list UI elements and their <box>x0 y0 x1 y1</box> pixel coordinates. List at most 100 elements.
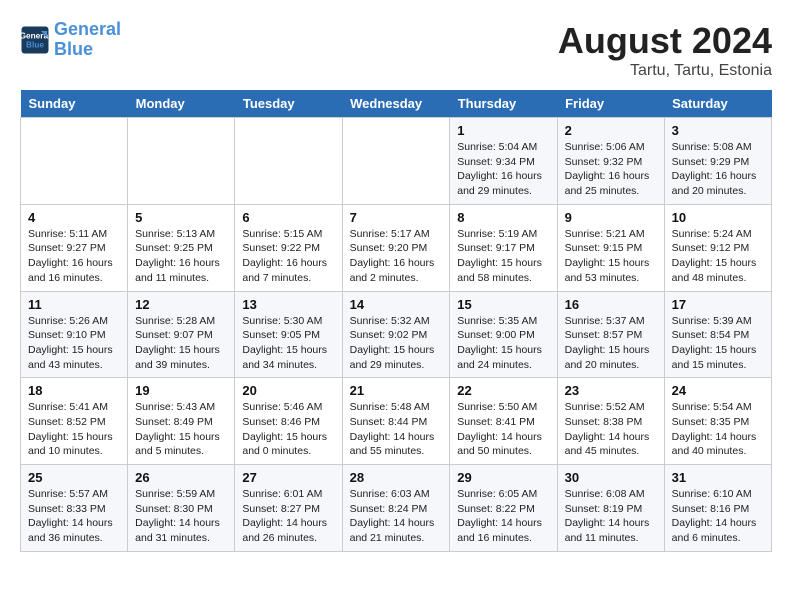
day-info: Sunrise: 5:08 AMSunset: 9:29 PMDaylight:… <box>672 140 764 199</box>
day-number: 8 <box>457 210 549 225</box>
calendar-cell: 9 Sunrise: 5:21 AMSunset: 9:15 PMDaylight… <box>557 204 664 291</box>
calendar-cell: 19 Sunrise: 5:43 AMSunset: 8:49 PMDayligh… <box>128 378 235 465</box>
day-number: 23 <box>565 383 657 398</box>
day-number: 20 <box>242 383 334 398</box>
day-info: Sunrise: 5:30 AMSunset: 9:05 PMDaylight:… <box>242 314 334 373</box>
day-info: Sunrise: 5:46 AMSunset: 8:46 PMDaylight:… <box>242 400 334 459</box>
day-info: Sunrise: 5:15 AMSunset: 9:22 PMDaylight:… <box>242 227 334 286</box>
calendar-cell: 20 Sunrise: 5:46 AMSunset: 8:46 PMDayligh… <box>235 378 342 465</box>
day-info: Sunrise: 5:19 AMSunset: 9:17 PMDaylight:… <box>457 227 549 286</box>
calendar-cell: 16Sunrise: 5:37 AMSunset: 8:57 PMDayligh… <box>557 291 664 378</box>
weekday-header-tuesday: Tuesday <box>235 90 342 118</box>
day-info: Sunrise: 5:57 AMSunset: 8:33 PMDaylight:… <box>28 487 120 546</box>
calendar-cell: 30 Sunrise: 6:08 AMSunset: 8:19 PMDayligh… <box>557 465 664 552</box>
weekday-header-friday: Friday <box>557 90 664 118</box>
page-header: General Blue General Blue August 2024 Ta… <box>20 20 772 80</box>
weekday-header-wednesday: Wednesday <box>342 90 450 118</box>
calendar-cell: 5Sunrise: 5:13 AMSunset: 9:25 PMDaylight… <box>128 204 235 291</box>
calendar-cell: 2 Sunrise: 5:06 AMSunset: 9:32 PMDaylight… <box>557 118 664 205</box>
calendar-cell: 18Sunrise: 5:41 AMSunset: 8:52 PMDayligh… <box>21 378 128 465</box>
subtitle: Tartu, Tartu, Estonia <box>558 62 772 80</box>
calendar-cell: 17Sunrise: 5:39 AMSunset: 8:54 PMDayligh… <box>664 291 771 378</box>
calendar-cell: 28 Sunrise: 6:03 AMSunset: 8:24 PMDayligh… <box>342 465 450 552</box>
calendar-cell: 6 Sunrise: 5:15 AMSunset: 9:22 PMDaylight… <box>235 204 342 291</box>
day-number: 15 <box>457 297 549 312</box>
day-number: 22 <box>457 383 549 398</box>
day-number: 9 <box>565 210 657 225</box>
calendar-cell: 23 Sunrise: 5:52 AMSunset: 8:38 PMDayligh… <box>557 378 664 465</box>
day-number: 28 <box>350 470 443 485</box>
day-number: 11 <box>28 297 120 312</box>
day-number: 17 <box>672 297 764 312</box>
week-row-2: 4 Sunrise: 5:11 AMSunset: 9:27 PMDaylight… <box>21 204 772 291</box>
weekday-header-row: SundayMondayTuesdayWednesdayThursdayFrid… <box>21 90 772 118</box>
day-info: Sunrise: 5:26 AMSunset: 9:10 PMDaylight:… <box>28 314 120 373</box>
logo: General Blue General Blue <box>20 20 121 60</box>
calendar-cell: 25Sunrise: 5:57 AMSunset: 8:33 PMDayligh… <box>21 465 128 552</box>
weekday-header-thursday: Thursday <box>450 90 557 118</box>
day-info: Sunrise: 5:32 AMSunset: 9:02 PMDaylight:… <box>350 314 443 373</box>
day-info: Sunrise: 5:41 AMSunset: 8:52 PMDaylight:… <box>28 400 120 459</box>
day-info: Sunrise: 5:50 AMSunset: 8:41 PMDaylight:… <box>457 400 549 459</box>
weekday-header-saturday: Saturday <box>664 90 771 118</box>
day-info: Sunrise: 5:06 AMSunset: 9:32 PMDaylight:… <box>565 140 657 199</box>
day-number: 19 <box>135 383 227 398</box>
calendar-cell: 21Sunrise: 5:48 AMSunset: 8:44 PMDayligh… <box>342 378 450 465</box>
calendar-cell: 3 Sunrise: 5:08 AMSunset: 9:29 PMDaylight… <box>664 118 771 205</box>
title-block: August 2024 Tartu, Tartu, Estonia <box>558 20 772 80</box>
main-title: August 2024 <box>558 20 772 62</box>
day-info: Sunrise: 5:17 AMSunset: 9:20 PMDaylight:… <box>350 227 443 286</box>
day-info: Sunrise: 5:28 AMSunset: 9:07 PMDaylight:… <box>135 314 227 373</box>
calendar-cell: 11 Sunrise: 5:26 AMSunset: 9:10 PMDayligh… <box>21 291 128 378</box>
calendar-table: SundayMondayTuesdayWednesdayThursdayFrid… <box>20 90 772 552</box>
day-info: Sunrise: 6:01 AMSunset: 8:27 PMDaylight:… <box>242 487 334 546</box>
day-info: Sunrise: 6:03 AMSunset: 8:24 PMDaylight:… <box>350 487 443 546</box>
day-info: Sunrise: 5:24 AMSunset: 9:12 PMDaylight:… <box>672 227 764 286</box>
weekday-header-monday: Monday <box>128 90 235 118</box>
day-info: Sunrise: 6:08 AMSunset: 8:19 PMDaylight:… <box>565 487 657 546</box>
day-info: Sunrise: 5:04 AMSunset: 9:34 PMDaylight:… <box>457 140 549 199</box>
day-number: 24 <box>672 383 764 398</box>
day-number: 27 <box>242 470 334 485</box>
calendar-cell: 31 Sunrise: 6:10 AMSunset: 8:16 PMDayligh… <box>664 465 771 552</box>
day-info: Sunrise: 5:21 AMSunset: 9:15 PMDaylight:… <box>565 227 657 286</box>
day-info: Sunrise: 5:37 AMSunset: 8:57 PMDaylight:… <box>565 314 657 373</box>
day-info: Sunrise: 5:35 AMSunset: 9:00 PMDaylight:… <box>457 314 549 373</box>
logo-icon: General Blue <box>20 25 50 55</box>
calendar-cell: 22 Sunrise: 5:50 AMSunset: 8:41 PMDayligh… <box>450 378 557 465</box>
week-row-4: 18Sunrise: 5:41 AMSunset: 8:52 PMDayligh… <box>21 378 772 465</box>
day-number: 14 <box>350 297 443 312</box>
day-number: 3 <box>672 123 764 138</box>
week-row-5: 25Sunrise: 5:57 AMSunset: 8:33 PMDayligh… <box>21 465 772 552</box>
calendar-cell: 14 Sunrise: 5:32 AMSunset: 9:02 PMDayligh… <box>342 291 450 378</box>
calendar-cell: 8 Sunrise: 5:19 AMSunset: 9:17 PMDaylight… <box>450 204 557 291</box>
calendar-cell <box>235 118 342 205</box>
day-info: Sunrise: 5:11 AMSunset: 9:27 PMDaylight:… <box>28 227 120 286</box>
day-number: 2 <box>565 123 657 138</box>
day-number: 31 <box>672 470 764 485</box>
calendar-cell: 15 Sunrise: 5:35 AMSunset: 9:00 PMDayligh… <box>450 291 557 378</box>
calendar-cell: 13Sunrise: 5:30 AMSunset: 9:05 PMDayligh… <box>235 291 342 378</box>
day-number: 4 <box>28 210 120 225</box>
day-number: 29 <box>457 470 549 485</box>
calendar-cell: 7 Sunrise: 5:17 AMSunset: 9:20 PMDaylight… <box>342 204 450 291</box>
week-row-1: 1 Sunrise: 5:04 AMSunset: 9:34 PMDaylight… <box>21 118 772 205</box>
day-number: 7 <box>350 210 443 225</box>
logo-text: General Blue <box>54 20 121 60</box>
day-info: Sunrise: 6:10 AMSunset: 8:16 PMDaylight:… <box>672 487 764 546</box>
day-info: Sunrise: 5:54 AMSunset: 8:35 PMDaylight:… <box>672 400 764 459</box>
day-info: Sunrise: 6:05 AMSunset: 8:22 PMDaylight:… <box>457 487 549 546</box>
day-info: Sunrise: 5:48 AMSunset: 8:44 PMDaylight:… <box>350 400 443 459</box>
calendar-cell <box>21 118 128 205</box>
day-number: 12 <box>135 297 227 312</box>
calendar-cell: 24 Sunrise: 5:54 AMSunset: 8:35 PMDayligh… <box>664 378 771 465</box>
day-number: 10 <box>672 210 764 225</box>
day-number: 1 <box>457 123 549 138</box>
day-number: 6 <box>242 210 334 225</box>
day-number: 30 <box>565 470 657 485</box>
calendar-cell: 4 Sunrise: 5:11 AMSunset: 9:27 PMDaylight… <box>21 204 128 291</box>
calendar-cell: 1 Sunrise: 5:04 AMSunset: 9:34 PMDaylight… <box>450 118 557 205</box>
day-number: 5 <box>135 210 227 225</box>
day-info: Sunrise: 5:43 AMSunset: 8:49 PMDaylight:… <box>135 400 227 459</box>
day-info: Sunrise: 5:52 AMSunset: 8:38 PMDaylight:… <box>565 400 657 459</box>
